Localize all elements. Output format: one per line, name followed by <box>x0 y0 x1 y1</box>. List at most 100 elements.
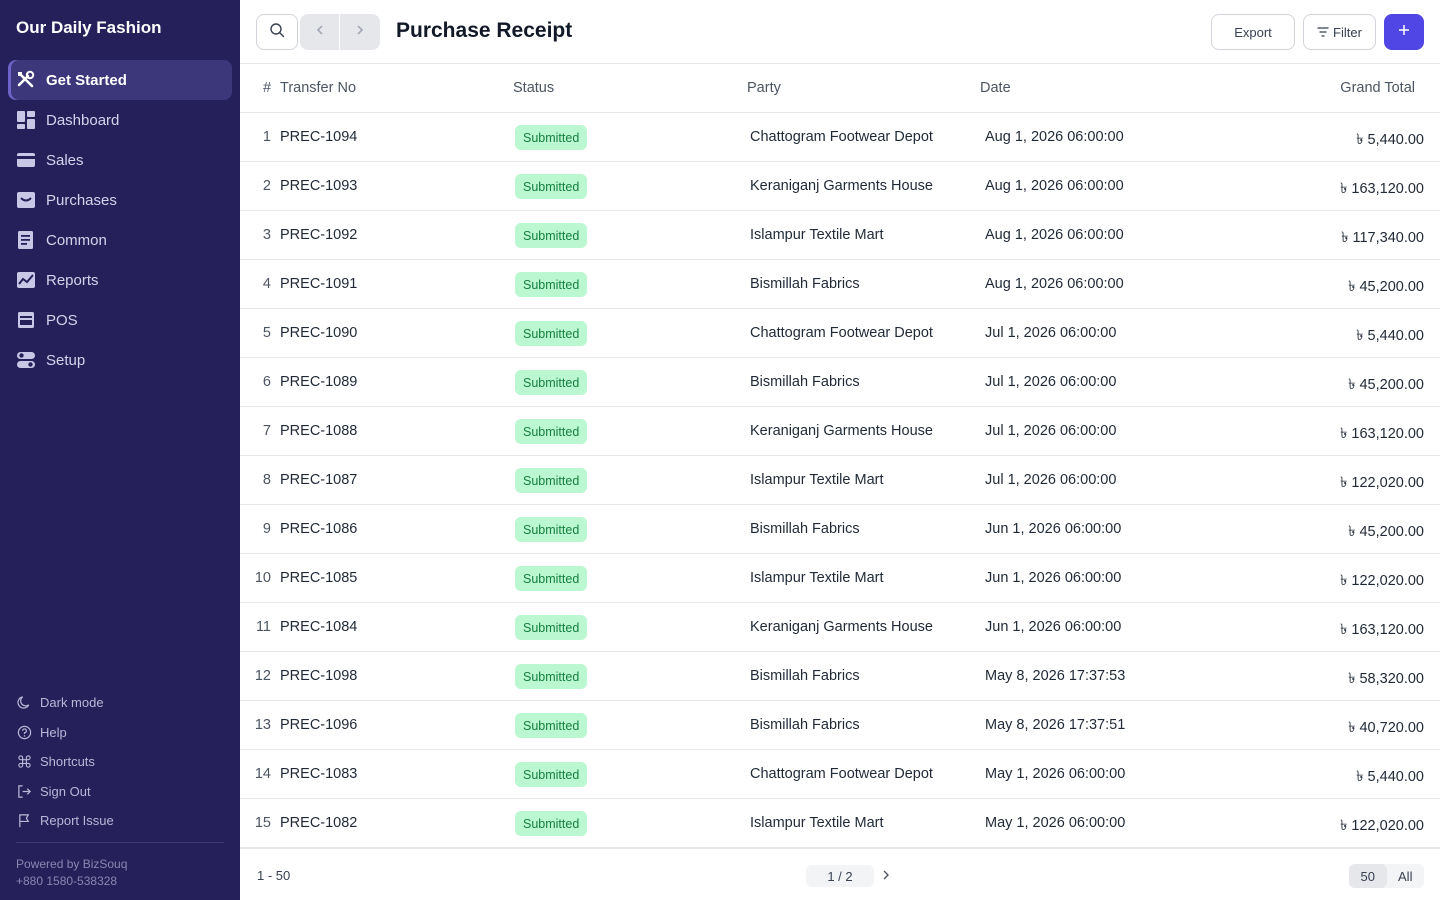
dark-mode-link[interactable]: Dark mode <box>16 688 224 718</box>
status-badge: Submitted <box>515 566 588 591</box>
table-row[interactable]: 4 PREC-1091 Submitted Bismillah Fabrics Aug … <box>240 260 1440 309</box>
party-name: Chattogram Footwear Depot <box>750 766 933 782</box>
history-nav <box>300 14 380 50</box>
forward-button[interactable] <box>340 14 380 50</box>
date: Jun 1, 2026 06:00:00 <box>985 570 1122 586</box>
sidebar-item-purchases[interactable]: Purchases <box>8 180 232 220</box>
column-header-transfer-no[interactable]: Transfer No <box>280 80 356 96</box>
party-name: Bismillah Fabrics <box>750 668 860 684</box>
party-name: Bismillah Fabrics <box>750 717 860 733</box>
report-issue-label: Report Issue <box>40 813 114 829</box>
row-index: 10 <box>254 570 271 586</box>
date: Jun 1, 2026 06:00:00 <box>985 619 1122 635</box>
powered-by: Powered by BizSouq +880 1580-538328 <box>16 856 127 890</box>
table-row[interactable]: 9 PREC-1086 Submitted Bismillah Fabrics Jun … <box>240 505 1440 554</box>
date: Aug 1, 2026 06:00:00 <box>985 276 1124 292</box>
column-header-status[interactable]: Status <box>513 80 554 96</box>
transfer-no: PREC-1083 <box>280 766 358 782</box>
table-row[interactable]: 6 PREC-1089 Submitted Bismillah Fabrics Jul … <box>240 358 1440 407</box>
transfer-no: PREC-1087 <box>280 472 358 488</box>
party-name: Keraniganj Garments House <box>750 619 933 635</box>
column-header-date[interactable]: Date <box>980 80 1011 96</box>
transfer-no: PREC-1082 <box>280 815 358 831</box>
table-row[interactable]: 11 PREC-1084 Submitted Keraniganj Garments … <box>240 603 1440 652</box>
grand-total: ৳ 45,200.00 <box>1348 279 1424 295</box>
shortcuts-link[interactable]: Shortcuts <box>16 747 224 777</box>
grand-total: ৳ 5,440.00 <box>1356 769 1424 785</box>
grand-total: ৳ 163,120.00 <box>1340 426 1424 442</box>
status-badge: Submitted <box>515 664 588 689</box>
sidebar-item-label: Get Started <box>46 71 127 89</box>
report-issue-link[interactable]: Report Issue <box>16 806 224 836</box>
transfer-no: PREC-1089 <box>280 374 358 390</box>
sidebar-item-sales[interactable]: Sales <box>8 140 232 180</box>
table-row[interactable]: 13 PREC-1096 Submitted Bismillah Fabrics May… <box>240 701 1440 750</box>
column-header-grand-total[interactable]: Grand Total <box>1340 80 1415 96</box>
table-row[interactable]: 12 PREC-1098 Submitted Bismillah Fabrics May… <box>240 652 1440 701</box>
status-badge: Submitted <box>515 272 588 297</box>
party-name: Keraniganj Garments House <box>750 178 933 194</box>
filter-button[interactable]: Filter <box>1303 14 1376 50</box>
row-index: 11 <box>255 619 271 635</box>
per-page-50[interactable]: 50 <box>1349 864 1387 888</box>
row-index: 2 <box>262 178 271 194</box>
grand-total: ৳ 45,200.00 <box>1348 377 1424 393</box>
search-button[interactable] <box>256 14 298 50</box>
date: Jul 1, 2026 06:00:00 <box>985 472 1117 488</box>
rows-per-page: 50 All <box>1349 864 1424 888</box>
sidebar-item-label: Setup <box>46 351 86 369</box>
party-name: Bismillah Fabrics <box>750 521 860 537</box>
inbox-icon <box>16 190 36 210</box>
table-row[interactable]: 3 PREC-1092 Submitted Islampur Textile Mart… <box>240 211 1440 260</box>
status-badge: Submitted <box>515 517 588 542</box>
table-footer: 1 - 50 1 / 2 50 All <box>240 848 1440 900</box>
sidebar-item-reports[interactable]: Reports <box>8 260 232 300</box>
sidebar-item-pos[interactable]: POS <box>8 300 232 340</box>
transfer-no: PREC-1090 <box>280 325 358 341</box>
sign-out-link[interactable]: Sign Out <box>16 777 224 807</box>
row-index: 8 <box>262 472 271 488</box>
sidebar-item-get-started[interactable]: Get Started <box>8 60 232 100</box>
status-badge: Submitted <box>515 713 588 738</box>
row-index: 1 <box>262 129 271 145</box>
column-header-party[interactable]: Party <box>747 80 781 96</box>
transfer-no: PREC-1093 <box>280 178 358 194</box>
table-row[interactable]: 7 PREC-1088 Submitted Keraniganj Garments H… <box>240 407 1440 456</box>
add-button[interactable] <box>1384 14 1424 50</box>
sidebar-item-label: Purchases <box>46 191 117 209</box>
filter-label: Filter <box>1333 24 1362 40</box>
per-page-all[interactable]: All <box>1387 864 1425 888</box>
grand-total: ৳ 122,020.00 <box>1340 573 1424 589</box>
next-page-button[interactable] <box>878 867 894 885</box>
help-link[interactable]: Help <box>16 718 224 748</box>
table-row[interactable]: 8 PREC-1087 Submitted Islampur Textile Mart… <box>240 456 1440 505</box>
flag-icon <box>16 813 32 829</box>
date: Jun 1, 2026 06:00:00 <box>985 521 1122 537</box>
transfer-no: PREC-1096 <box>280 717 358 733</box>
grand-total: ৳ 122,020.00 <box>1340 818 1424 834</box>
row-index: 13 <box>254 717 271 733</box>
sidebar-item-dashboard[interactable]: Dashboard <box>8 100 232 140</box>
support-phone: +880 1580-538328 <box>16 874 118 888</box>
table-row[interactable]: 10 PREC-1085 Submitted Islampur Textile Mar… <box>240 554 1440 603</box>
back-button[interactable] <box>300 14 340 50</box>
search-icon <box>269 22 285 43</box>
sidebar-item-setup[interactable]: Setup <box>8 340 232 380</box>
export-button[interactable]: Export <box>1211 14 1295 50</box>
table-row[interactable]: 14 PREC-1083 Submitted Chattogram Footwear … <box>240 750 1440 799</box>
table-row[interactable]: 2 PREC-1093 Submitted Keraniganj Garments H… <box>240 162 1440 211</box>
transfer-no: PREC-1088 <box>280 423 358 439</box>
sidebar-nav: Get Started Dashboard Sales Purchases Co… <box>8 60 232 380</box>
status-badge: Submitted <box>515 321 588 346</box>
party-name: Keraniganj Garments House <box>750 423 933 439</box>
sidebar-item-common[interactable]: Common <box>8 220 232 260</box>
row-index: 3 <box>262 227 271 243</box>
table-row[interactable]: 1 PREC-1094 Submitted Chattogram Footwear D… <box>240 113 1440 162</box>
transfer-no: PREC-1098 <box>280 668 358 684</box>
chevron-left-icon <box>314 23 326 41</box>
row-index: 9 <box>262 521 271 537</box>
page-indicator[interactable]: 1 / 2 <box>806 865 874 887</box>
row-index: 14 <box>254 766 271 782</box>
table-row[interactable]: 15 PREC-1082 Submitted Islampur Textile Mar… <box>240 799 1440 848</box>
table-row[interactable]: 5 PREC-1090 Submitted Chattogram Footwear D… <box>240 309 1440 358</box>
